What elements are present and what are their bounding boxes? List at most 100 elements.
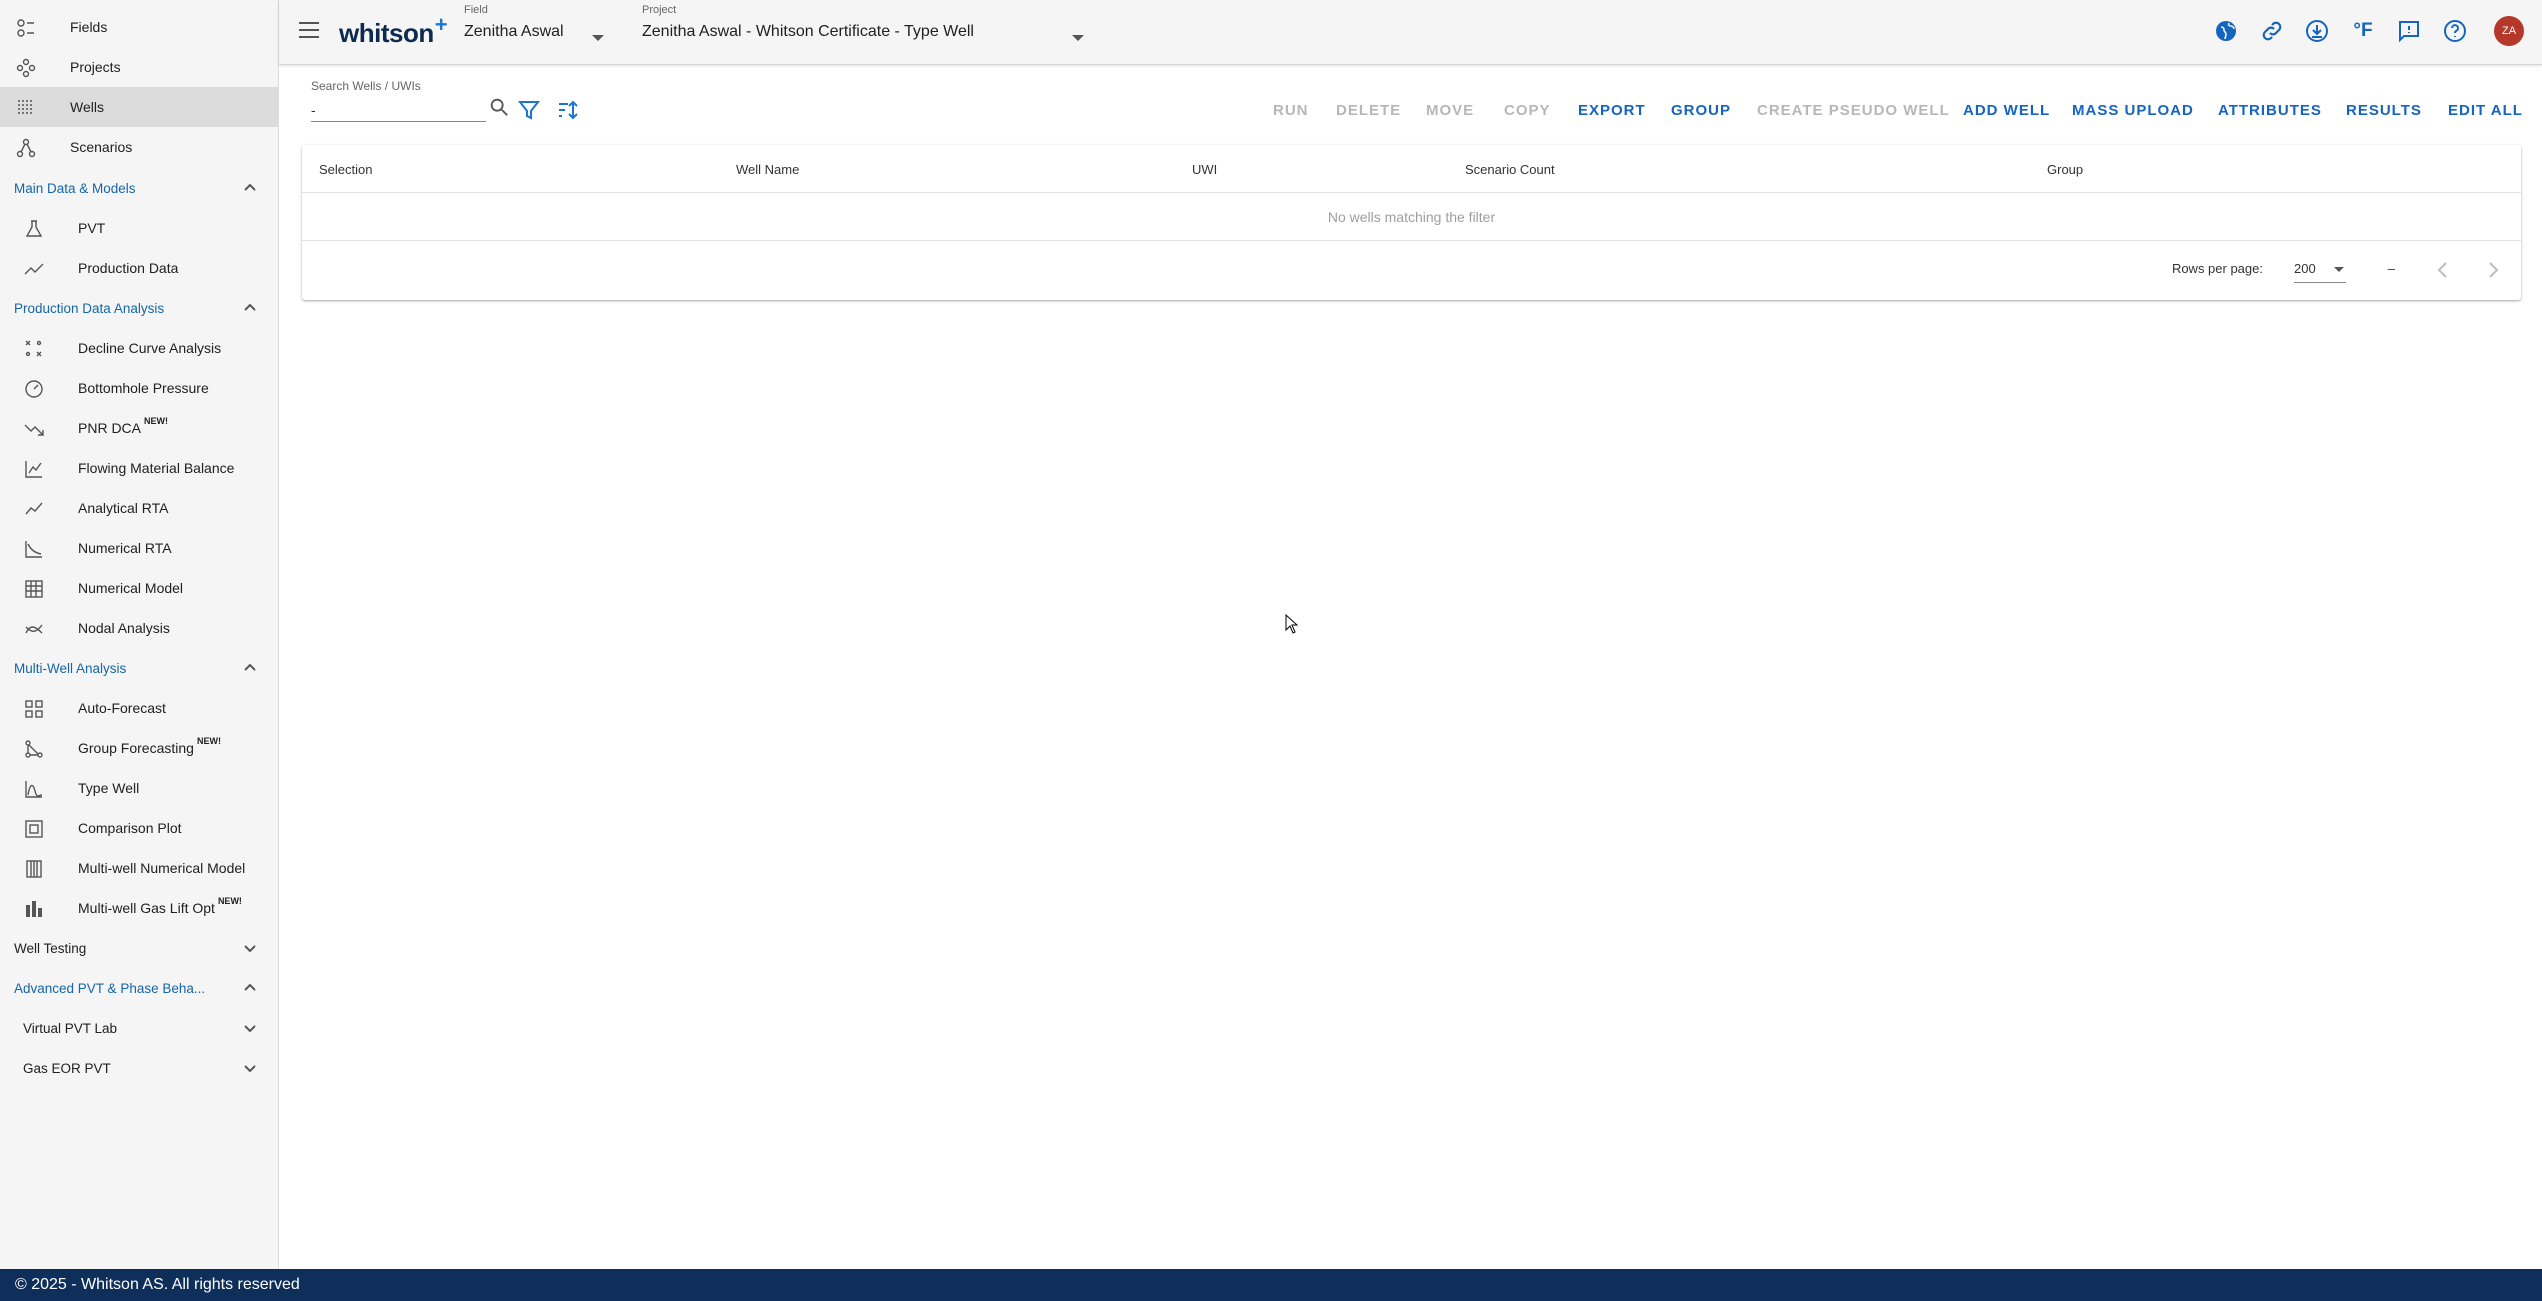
section-title: Advanced PVT & Phase Beha... — [14, 980, 206, 996]
filter-icon[interactable] — [517, 98, 541, 122]
sidebar-item-fields[interactable]: Fields — [0, 7, 278, 47]
sidebar-item-multi-well-gas-lift-opt[interactable]: Multi-well Gas Lift Opt NEW! — [0, 888, 278, 928]
section-main-data-models[interactable]: Main Data & Models — [0, 168, 278, 208]
results-button[interactable]: RESULTS — [2346, 102, 2422, 119]
chevron-up-icon — [242, 660, 258, 676]
feedback-icon[interactable] — [2397, 19, 2421, 43]
sidebar-item-scenarios[interactable]: Scenarios — [0, 127, 278, 167]
chevron-up-icon — [242, 300, 258, 316]
next-page-button[interactable] — [2479, 256, 2507, 284]
move-button[interactable]: MOVE — [1426, 102, 1474, 119]
sidebar-item-decline-curve-analysis[interactable]: Decline Curve Analysis — [0, 328, 278, 368]
section-gas-eor-pvt[interactable]: Gas EOR PVT — [0, 1048, 278, 1088]
field-label: Field — [464, 4, 488, 16]
temperature-unit-toggle[interactable]: °F — [2351, 19, 2375, 43]
sidebar-item-label: Projects — [70, 59, 121, 75]
sidebar-item-pvt[interactable]: PVT — [0, 208, 278, 248]
sidebar-item-label: Numerical Model — [78, 580, 184, 596]
sidebar-item-label: Fields — [70, 19, 108, 35]
trend-line-icon — [24, 259, 44, 279]
attributes-button[interactable]: ATTRIBUTES — [2218, 102, 2322, 119]
scenarios-icon — [16, 138, 36, 158]
flask-icon — [24, 219, 44, 239]
search-icon[interactable] — [488, 96, 510, 118]
add-well-button[interactable]: ADD WELL — [1963, 102, 2050, 119]
section-title: Multi-Well Analysis — [14, 660, 127, 676]
sidebar-item-analytical-rta[interactable]: Analytical RTA — [0, 488, 278, 528]
globe-icon[interactable] — [2214, 19, 2238, 43]
sidebar-item-pnr-dca[interactable]: PNR DCA NEW! — [0, 408, 278, 448]
app-logo[interactable]: whitson+ — [339, 12, 448, 49]
project-select[interactable]: Project Zenitha Aswal - Whitson Certific… — [642, 4, 1102, 41]
sidebar-item-numerical-rta[interactable]: Numerical RTA — [0, 528, 278, 568]
gas-lift-icon — [24, 899, 44, 919]
sidebar-item-auto-forecast[interactable]: Auto-Forecast — [0, 688, 278, 728]
bell-curve-icon — [24, 779, 44, 799]
section-title: Well Testing — [14, 940, 87, 956]
sidebar-item-label: Bottomhole Pressure — [78, 380, 209, 396]
sidebar-item-bottomhole-pressure[interactable]: Bottomhole Pressure — [0, 368, 278, 408]
rows-per-page-label: Rows per page: — [2171, 261, 2263, 276]
sidebar-item-label: Flowing Material Balance — [78, 460, 235, 476]
field-select[interactable]: Field Zenitha Aswal — [464, 4, 624, 41]
sidebar-item-label: Decline Curve Analysis — [78, 340, 222, 356]
sidebar-item-flowing-material-balance[interactable]: Flowing Material Balance — [0, 448, 278, 488]
column-header-well-name[interactable]: Well Name — [736, 162, 799, 177]
create-pseudo-well-button[interactable]: CREATE PSEUDO WELL — [1757, 102, 1950, 119]
app-header: whitson+ Field Zenitha Aswal Project Zen… — [279, 0, 2542, 65]
chevron-down-icon — [242, 940, 258, 956]
section-title: Virtual PVT Lab — [23, 1020, 118, 1036]
group-button[interactable]: GROUP — [1671, 102, 1731, 119]
run-button[interactable]: RUN — [1273, 102, 1309, 119]
sidebar-item-label: Scenarios — [70, 139, 133, 155]
column-header-selection[interactable]: Selection — [319, 162, 372, 177]
column-header-group[interactable]: Group — [2047, 162, 2083, 177]
section-virtual-pvt-lab[interactable]: Virtual PVT Lab — [0, 1008, 278, 1048]
fields-icon — [16, 18, 36, 38]
sidebar-item-group-forecasting[interactable]: Group Forecasting NEW! — [0, 728, 278, 768]
sidebar-item-numerical-model[interactable]: Numerical Model — [0, 568, 278, 608]
previous-page-button[interactable] — [2429, 256, 2457, 284]
section-well-testing[interactable]: Well Testing — [0, 928, 278, 968]
chevron-up-icon — [242, 980, 258, 996]
new-badge: NEW! — [196, 736, 221, 746]
show-chart-icon — [24, 499, 44, 519]
avatar[interactable]: ZA — [2494, 16, 2524, 46]
chevron-up-icon — [242, 180, 258, 196]
sidebar-item-nodal-analysis[interactable]: Nodal Analysis — [0, 608, 278, 648]
sidebar-item-label: Nodal Analysis — [78, 620, 170, 636]
section-production-data-analysis[interactable]: Production Data Analysis — [0, 288, 278, 328]
section-multi-well-analysis[interactable]: Multi-Well Analysis — [0, 648, 278, 688]
section-advanced-pvt[interactable]: Advanced PVT & Phase Beha... — [0, 968, 278, 1008]
help-icon[interactable] — [2443, 19, 2467, 43]
rows-per-page-select[interactable]: 200 — [2294, 257, 2346, 283]
edit-all-button[interactable]: EDIT ALL — [2448, 102, 2523, 119]
sidebar-item-comparison-plot[interactable]: Comparison Plot — [0, 808, 278, 848]
sidebar-item-type-well[interactable]: Type Well — [0, 768, 278, 808]
sidebar-item-wells[interactable]: Wells — [0, 87, 278, 127]
sidebar-item-label: Type Well — [78, 780, 140, 796]
search-input[interactable] — [311, 98, 486, 122]
column-header-scenario-count[interactable]: Scenario Count — [1465, 162, 1555, 177]
sidebar-item-label: Multi-well Gas Lift Opt NEW! — [78, 896, 242, 916]
link-icon[interactable] — [2260, 19, 2284, 43]
comparison-plot-icon — [24, 819, 44, 839]
delete-button[interactable]: DELETE — [1336, 102, 1401, 119]
copy-button[interactable]: COPY — [1504, 102, 1551, 119]
download-icon[interactable] — [2305, 19, 2329, 43]
sidebar-item-label: PVT — [78, 220, 106, 236]
column-header-uwi[interactable]: UWI — [1192, 162, 1217, 177]
sidebar-item-projects[interactable]: Projects — [0, 47, 278, 87]
sidebar-item-label: Comparison Plot — [78, 820, 182, 836]
sidebar-item-label: Multi-well Numerical Model — [78, 860, 246, 876]
section-title: Main Data & Models — [14, 180, 136, 196]
mass-upload-button[interactable]: MASS UPLOAD — [2072, 102, 2194, 119]
sidebar-item-label: Auto-Forecast — [78, 700, 166, 716]
export-button[interactable]: EXPORT — [1578, 102, 1646, 119]
sort-icon[interactable] — [556, 98, 580, 122]
sidebar-item-production-data[interactable]: Production Data — [0, 248, 278, 288]
sidebar-item-multi-well-numerical-model[interactable]: Multi-well Numerical Model — [0, 848, 278, 888]
chevron-down-icon — [242, 1060, 258, 1076]
menu-icon[interactable] — [299, 22, 319, 38]
trending-down-icon — [24, 419, 44, 439]
